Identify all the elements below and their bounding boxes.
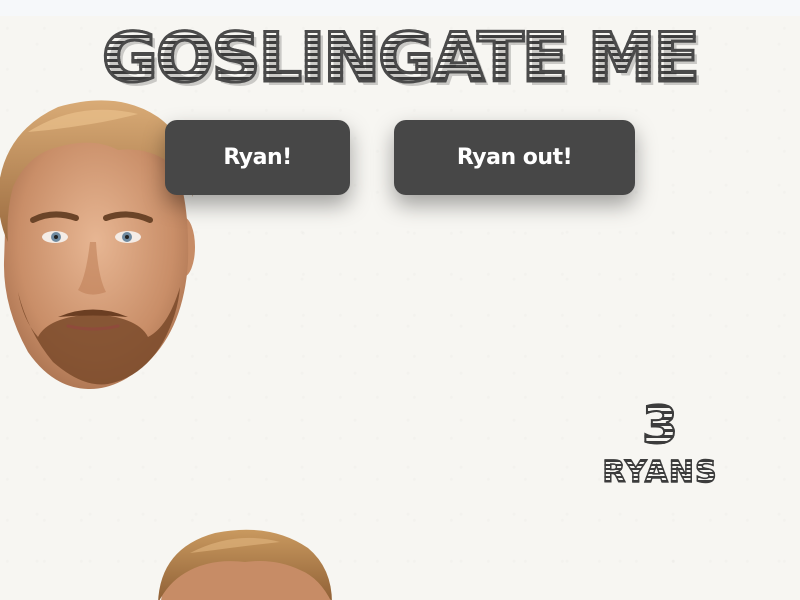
add-ryan-button[interactable]: Ryan! — [165, 120, 350, 195]
ryan-counter: 3 RYANS — [570, 395, 750, 491]
ryan-count-label: RYANS — [570, 455, 750, 491]
ryan-head-image-partial — [158, 529, 332, 600]
ryan-count: 3 — [570, 395, 750, 457]
page-title: GOSLINGATE ME — [0, 14, 800, 104]
page-title-text: GOSLINGATE ME — [101, 18, 702, 100]
remove-ryan-button[interactable]: Ryan out! — [394, 120, 635, 195]
